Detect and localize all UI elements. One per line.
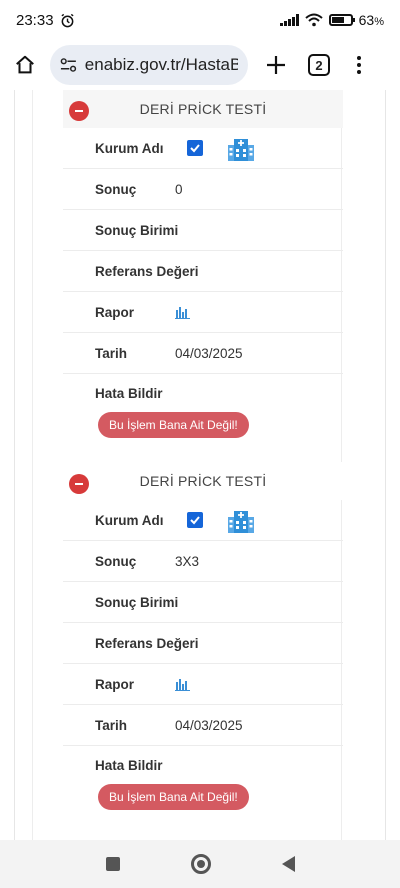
site-settings-icon[interactable] [60,57,77,73]
row-kurum: Kurum Adı [63,128,343,169]
test-header: DERİ PRİCK TESTİ [63,90,343,128]
address-bar[interactable]: enabiz.gov.tr/HastaBil [50,45,248,85]
test-title: DERİ PRİCK TESTİ [139,473,267,489]
rapor-label: Rapor [95,304,135,320]
row-tarih: Tarih 04/03/2025 [63,333,343,374]
hata-label: Hata Bildir [95,385,163,401]
battery-level: 63 [358,12,375,28]
battery-unit: % [374,16,384,28]
tarih-label: Tarih [95,717,128,733]
home-icon [16,55,34,74]
row-sonuc: Sonuç 3X3 [63,541,343,582]
not-mine-button[interactable]: Bu İşlem Bana Ait Değil! [98,784,249,810]
home-circle-icon[interactable] [190,854,211,874]
row-rapor: Rapor [63,292,343,333]
battery-icon [328,14,355,26]
not-mine-button[interactable]: Bu İşlem Bana Ait Değil! [98,412,249,438]
browser-toolbar: enabiz.gov.tr/HastaBil 2 [0,40,400,90]
menu-dot-icon [357,70,361,74]
birim-label: Sonuç Birimi [95,222,179,238]
overflow-menu-button[interactable] [354,56,364,74]
row-birim: Sonuç Birimi [63,210,343,251]
recents-icon[interactable] [105,857,120,871]
referans-label: Referans Değeri [95,263,199,279]
tarih-label: Tarih [95,345,128,361]
checkbox-checked-icon[interactable] [187,512,203,528]
row-hata: Hata Bildir [63,746,343,784]
row-referans: Referans Değeri [63,623,343,664]
tab-switcher-button[interactable]: 2 [308,54,330,76]
row-birim: Sonuç Birimi [63,582,343,623]
page-content: DERİ PRİCK TESTİ Kurum Adı Sonuç 0 Sonuç… [0,90,400,840]
hata-label: Hata Bildir [95,757,163,773]
kurum-label: Kurum Adı [95,140,164,156]
hospital-building-icon[interactable] [227,135,255,161]
row-referans: Referans Değeri [63,251,343,292]
system-nav-bar [0,840,400,888]
bar-chart-icon[interactable] [175,677,190,691]
test-header: DERİ PRİCK TESTİ [63,462,343,500]
sonuc-label: Sonuç [95,553,137,569]
back-icon[interactable] [281,856,295,872]
tarih-value: 04/03/2025 [175,345,243,361]
menu-dot-icon [357,56,361,60]
birim-label: Sonuç Birimi [95,594,179,610]
row-tarih: Tarih 04/03/2025 [63,705,343,746]
status-bar: 23:33 63% [0,0,400,40]
test-result-card: DERİ PRİCK TESTİ Kurum Adı Sonuç 3X3 Son… [63,462,343,810]
new-tab-button[interactable] [262,51,290,79]
status-time: 23:33 [16,11,54,29]
home-button[interactable] [10,50,40,80]
url-text: enabiz.gov.tr/HastaBil [84,55,238,74]
collapse-icon[interactable] [69,474,89,494]
checkbox-checked-icon[interactable] [187,140,203,156]
signal-icon [279,14,299,26]
bar-chart-icon[interactable] [175,305,190,319]
test-result-card: DERİ PRİCK TESTİ Kurum Adı Sonuç 0 Sonuç… [63,90,343,438]
plus-icon [267,56,285,74]
menu-dot-icon [357,63,361,67]
wifi-icon [304,13,323,27]
kurum-label: Kurum Adı [95,512,164,528]
row-hata: Hata Bildir [63,374,343,412]
row-sonuc: Sonuç 0 [63,169,343,210]
tarih-value: 04/03/2025 [175,717,243,733]
hospital-building-icon[interactable] [227,507,255,533]
sonuc-value: 3X3 [175,553,200,569]
sonuc-value: 0 [175,181,183,197]
test-title: DERİ PRİCK TESTİ [139,101,267,117]
rapor-label: Rapor [95,676,135,692]
sonuc-label: Sonuç [95,181,137,197]
row-kurum: Kurum Adı [63,500,343,541]
collapse-icon[interactable] [69,101,89,121]
alarm-icon [61,13,74,27]
row-rapor: Rapor [63,664,343,705]
referans-label: Referans Değeri [95,635,199,651]
